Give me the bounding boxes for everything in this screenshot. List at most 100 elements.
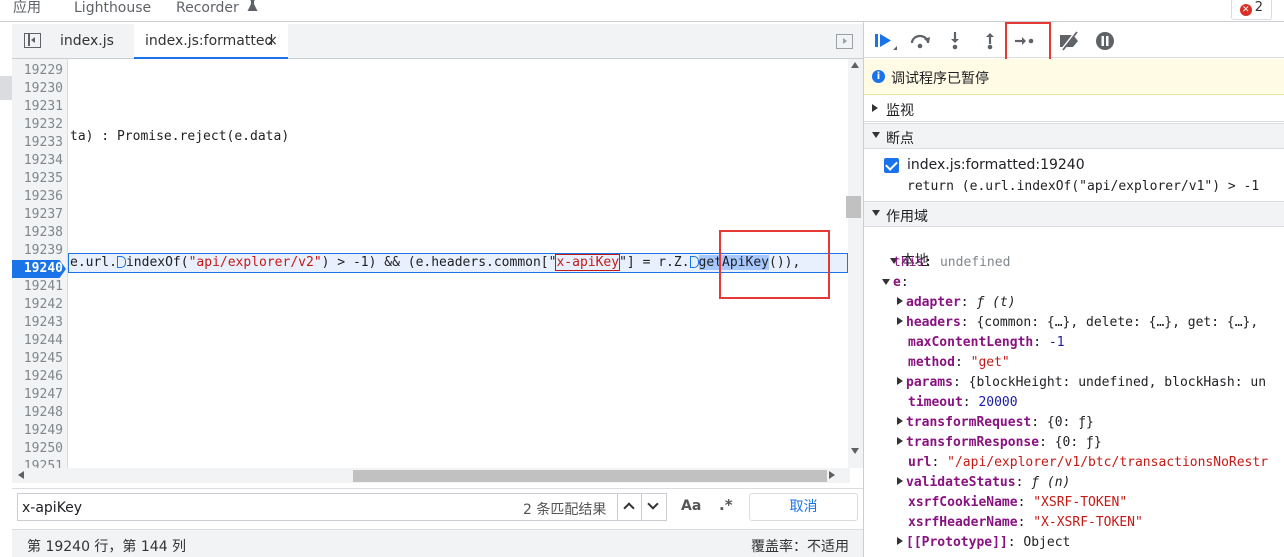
- scope-value: -1: [1048, 335, 1065, 350]
- scope-row: method: "get": [908, 353, 1010, 373]
- inline-breakpoint-marker[interactable]: [689, 256, 699, 268]
- scope-value: "XSRF-TOKEN": [1033, 495, 1128, 510]
- toggle-debugger-icon[interactable]: [836, 34, 853, 49]
- scope-row[interactable]: [[Prototype]]: Object: [897, 533, 1070, 553]
- section-breakpoints[interactable]: 断点: [864, 123, 1284, 149]
- line-number[interactable]: 19230: [12, 80, 66, 98]
- scope-local-header[interactable]: 本地: [872, 231, 929, 269]
- line-number[interactable]: 19236: [12, 188, 66, 206]
- vertical-scrollbar[interactable]: [848, 59, 863, 468]
- resume-icon[interactable]: [874, 31, 897, 51]
- line-number[interactable]: 19242: [12, 296, 66, 314]
- vertical-scrollbar-thumb[interactable]: [846, 196, 861, 218]
- tab-application[interactable]: 应用: [13, 0, 41, 21]
- regex-button[interactable]: .*: [719, 496, 733, 514]
- error-count: 2: [1254, 0, 1263, 15]
- line-number[interactable]: 19245: [12, 350, 66, 368]
- scope-key: e: [893, 275, 901, 290]
- scope-key: params: [906, 375, 953, 390]
- line-number[interactable]: 19246: [12, 368, 66, 386]
- step-out-icon[interactable]: [979, 31, 1001, 51]
- editor-tabbar: index.js index.js:formatted ×: [12, 24, 863, 59]
- chevron-down-icon: [647, 498, 659, 510]
- horizontal-scrollbar-thumb[interactable]: [353, 470, 827, 482]
- match-case-button[interactable]: Aa: [681, 498, 701, 514]
- previous-match-button[interactable]: [617, 494, 641, 520]
- coverage-status[interactable]: 覆盖率：不适用: [751, 536, 849, 556]
- line-number[interactable]: 19249: [12, 422, 66, 440]
- breakpoint-checkbox[interactable]: [884, 158, 899, 173]
- cancel-search-button[interactable]: 取消: [749, 493, 858, 521]
- line-number[interactable]: 19241: [12, 278, 66, 296]
- scope-separator: :: [954, 355, 971, 370]
- inline-breakpoint-marker[interactable]: [116, 256, 126, 268]
- scroll-down-arrow-icon[interactable]: [851, 448, 859, 454]
- section-watch[interactable]: 监视: [864, 96, 1284, 122]
- line-number[interactable]: 19231: [12, 98, 66, 116]
- tab-index-js-formatted[interactable]: index.js:formatted ×: [134, 24, 288, 59]
- line-number[interactable]: 19234: [12, 152, 66, 170]
- tab-recorder[interactable]: Recorder: [176, 0, 258, 21]
- scope-row[interactable]: params: {blockHeight: undefined, blockHa…: [897, 373, 1266, 393]
- scope-row[interactable]: transformRequest: {0: ƒ}: [897, 413, 1094, 433]
- scope-value: {common: {…}, delete: {…}, get: {…},: [976, 315, 1259, 330]
- next-match-button[interactable]: [641, 494, 665, 520]
- search-bar: 2 条匹配结果 Aa .* 取消: [12, 488, 863, 528]
- line-number[interactable]: 19244: [12, 332, 66, 350]
- expand-arrow-icon: [872, 104, 878, 112]
- scope-value: {0: ƒ}: [1054, 435, 1102, 450]
- scope-row[interactable]: validateStatus: ƒ (n): [897, 473, 1070, 493]
- line-number[interactable]: 19232: [12, 116, 66, 134]
- search-input[interactable]: [22, 498, 502, 518]
- scroll-right-arrow-icon[interactable]: [829, 471, 835, 479]
- scope-separator: :: [952, 375, 969, 390]
- error-count-badge[interactable]: ✕ 2: [1230, 0, 1272, 20]
- expand-arrow-icon: [897, 477, 903, 485]
- step-into-icon[interactable]: [944, 31, 966, 51]
- scope-key: timeout: [908, 395, 963, 410]
- line-number[interactable]: 19229: [12, 62, 66, 80]
- section-scope[interactable]: 作用域: [864, 201, 1284, 227]
- tab-lighthouse[interactable]: Lighthouse: [74, 0, 151, 21]
- line-number[interactable]: 19243: [12, 314, 66, 332]
- breakpoint-line-number[interactable]: 19240: [12, 260, 66, 278]
- flask-icon: [247, 0, 258, 16]
- scope-row[interactable]: e:: [882, 273, 909, 293]
- scope-row[interactable]: adapter: ƒ (t): [897, 293, 1016, 313]
- chevron-up-icon: [623, 502, 635, 514]
- line-number[interactable]: 19233: [12, 134, 66, 152]
- line-number[interactable]: 19250: [12, 440, 66, 458]
- scope-key: xsrfCookieName: [908, 495, 1018, 510]
- scope-key: validateStatus: [906, 475, 1016, 490]
- scope-row[interactable]: transformResponse: {0: ƒ}: [897, 433, 1102, 453]
- line-number[interactable]: 19235: [12, 170, 66, 188]
- step-over-icon[interactable]: [909, 31, 931, 51]
- section-breakpoints-label: 断点: [886, 131, 914, 147]
- error-icon: ✕: [1239, 4, 1252, 16]
- scope-separator: :: [1031, 415, 1047, 430]
- breakpoint-item[interactable]: index.js:formatted:19240 return (e.url.i…: [864, 151, 1284, 203]
- line-number[interactable]: 19237: [12, 206, 66, 224]
- toggle-navigator-icon[interactable]: [24, 33, 41, 48]
- scope-value: Object: [1023, 535, 1071, 550]
- scope-row: this: undefined: [893, 253, 1010, 273]
- breakpoint-location: index.js:formatted:19240: [907, 157, 1085, 173]
- line-number[interactable]: 19238: [12, 224, 66, 242]
- line-number[interactable]: 19239: [12, 242, 66, 260]
- tab-index-js[interactable]: index.js: [60, 24, 114, 59]
- pause-on-exceptions-icon[interactable]: [1095, 31, 1117, 51]
- deactivate-breakpoints-icon[interactable]: [1058, 31, 1080, 51]
- breakpoint-code: return (e.url.indexOf("api/explorer/v1")…: [907, 179, 1260, 194]
- expand-arrow-icon: [897, 377, 903, 385]
- scope-row: maxContentLength: -1: [908, 333, 1065, 353]
- horizontal-scrollbar[interactable]: [12, 468, 850, 483]
- top-panel-tabbar: 应用 Lighthouse Recorder ✕ 2: [0, 0, 1284, 22]
- scroll-up-arrow-icon[interactable]: [851, 62, 859, 68]
- scroll-left-arrow-icon[interactable]: [18, 471, 24, 479]
- expand-arrow-icon: [897, 537, 903, 545]
- scope-row[interactable]: headers: {common: {…}, delete: {…}, get:…: [897, 313, 1258, 333]
- line-number[interactable]: 19251: [12, 458, 66, 468]
- line-number[interactable]: 19248: [12, 404, 66, 422]
- close-tab-icon[interactable]: ×: [266, 24, 278, 59]
- line-number[interactable]: 19247: [12, 386, 66, 404]
